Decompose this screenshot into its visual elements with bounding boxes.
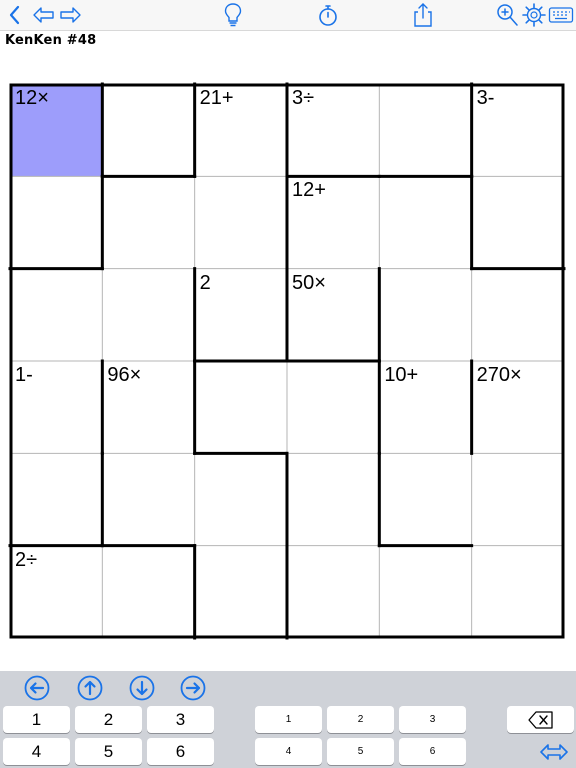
grid-cell[interactable] [10, 176, 103, 270]
grid-cell[interactable] [194, 453, 288, 547]
cage-clue: 10+ [384, 363, 419, 386]
small-key-5[interactable]: 5 [327, 738, 394, 765]
grid-cell[interactable]: 3÷ [286, 84, 380, 177]
cage-clue: 3- [476, 87, 495, 109]
grid-cell[interactable] [471, 268, 565, 362]
cage-clue: 1- [15, 363, 33, 386]
redo-arrow-icon[interactable] [57, 2, 83, 28]
grid-cell[interactable] [102, 545, 196, 639]
backspace-button[interactable] [507, 706, 574, 733]
big-key-4[interactable]: 4 [3, 738, 70, 765]
grid-cell[interactable]: 2÷ [10, 545, 103, 639]
undo-arrow-icon[interactable] [31, 2, 57, 28]
grid-cell[interactable] [471, 176, 565, 270]
grid-cell[interactable] [286, 360, 380, 454]
kenken-grid: 12× 21+ 3÷ 3- 12+ 2 50× 1- 96× 10+ 270× 2÷ [8, 82, 566, 640]
back-icon[interactable] [2, 2, 28, 28]
grid-cell[interactable] [194, 176, 288, 270]
grid-cell[interactable]: 12× [10, 84, 103, 177]
grid-cell[interactable]: 21+ [194, 84, 288, 177]
grid-cell[interactable]: 2 [194, 268, 288, 362]
cage-clue: 2÷ [15, 548, 38, 571]
cage-clue: 3÷ [291, 87, 315, 109]
grid-cell[interactable] [102, 453, 196, 547]
grid-cell[interactable] [286, 545, 380, 639]
cage-clue: 96× [107, 363, 142, 386]
hint-lightbulb-icon[interactable] [220, 2, 246, 28]
grid-cell[interactable] [379, 545, 473, 639]
big-key-6[interactable]: 6 [147, 738, 214, 765]
grid-cell[interactable] [194, 360, 288, 454]
grid-cell[interactable] [10, 268, 103, 362]
grid-cell[interactable]: 3- [471, 84, 565, 177]
grid-cell[interactable] [10, 453, 103, 547]
small-key-4[interactable]: 4 [255, 738, 322, 765]
timer-icon[interactable] [315, 2, 341, 28]
grid-cell[interactable] [379, 84, 473, 177]
grid-cell[interactable]: 1- [10, 360, 103, 454]
left-arrow-icon[interactable] [24, 675, 50, 701]
cage-clue: 21+ [199, 87, 234, 109]
cage-clue: 12× [15, 87, 49, 109]
grid-cell[interactable] [194, 545, 288, 639]
grid-cell[interactable] [379, 176, 473, 270]
grid-cell[interactable] [102, 84, 196, 177]
right-arrow-icon[interactable] [180, 675, 206, 701]
big-key-2[interactable]: 2 [75, 706, 142, 733]
grid-cell[interactable] [379, 268, 473, 362]
small-key-6[interactable]: 6 [399, 738, 466, 765]
swap-keyboard-icon[interactable] [540, 742, 568, 767]
grid-cell[interactable] [102, 176, 196, 270]
grid-cell[interactable] [286, 453, 380, 547]
cage-clue: 50× [291, 271, 326, 294]
cage-clue: 2 [199, 271, 211, 294]
grid-cell[interactable]: 50× [286, 268, 380, 362]
up-arrow-icon[interactable] [77, 675, 103, 701]
grid-cell[interactable] [471, 545, 565, 639]
big-key-5[interactable]: 5 [75, 738, 142, 765]
backspace-icon [527, 710, 553, 729]
zoom-icon[interactable] [494, 2, 520, 28]
cage-clue: 270× [476, 363, 522, 386]
grid-cell[interactable] [102, 268, 196, 362]
big-key-1[interactable]: 1 [3, 706, 70, 733]
big-key-3[interactable]: 3 [147, 706, 214, 733]
grid-cell[interactable]: 10+ [379, 360, 473, 454]
grid-cell[interactable]: 12+ [286, 176, 380, 270]
grid-cell[interactable] [379, 453, 473, 547]
grid-cell[interactable]: 270× [471, 360, 565, 454]
keyboard-icon[interactable] [548, 2, 574, 28]
puzzle-title: KenKen #48 [5, 33, 97, 48]
small-key-2[interactable]: 2 [327, 706, 394, 733]
grid-cell[interactable] [471, 453, 565, 547]
down-arrow-icon[interactable] [129, 675, 155, 701]
small-key-1[interactable]: 1 [255, 706, 322, 733]
toolbar [0, 0, 576, 31]
cage-clue: 12+ [291, 179, 326, 202]
share-icon[interactable] [410, 2, 436, 28]
settings-gear-icon[interactable] [521, 2, 547, 28]
number-keyboard: 1 2 3 4 5 6 1 2 3 4 5 6 [0, 671, 576, 768]
small-key-3[interactable]: 3 [399, 706, 466, 733]
grid-cell[interactable]: 96× [102, 360, 196, 454]
